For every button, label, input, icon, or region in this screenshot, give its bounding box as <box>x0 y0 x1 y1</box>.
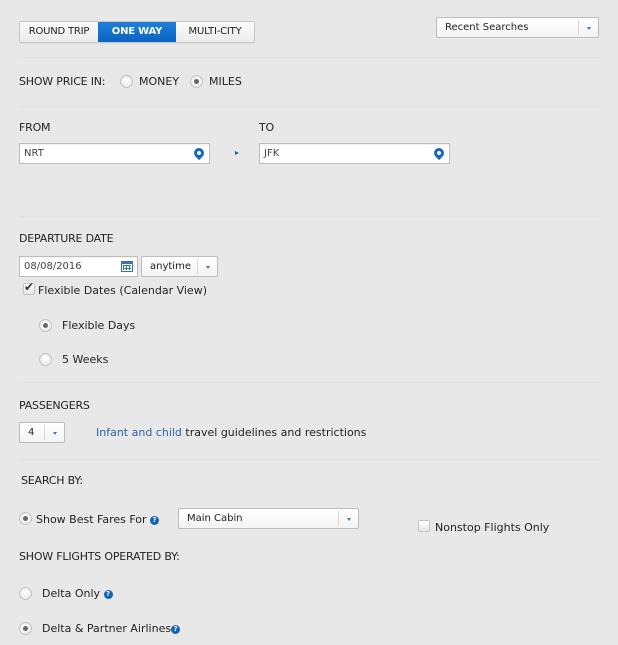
from-input[interactable]: NRT <box>19 143 210 164</box>
delta-only-text: Delta Only <box>42 587 101 600</box>
departure-date-value: 08/08/2016 <box>24 261 82 272</box>
search-by-label: SEARCH BY: <box>21 474 83 487</box>
price-label: SHOW PRICE IN: <box>19 75 106 88</box>
best-fares-text: Show Best Fares For <box>36 513 147 526</box>
operated-by-label: SHOW FLIGHTS OPERATED BY: <box>19 550 180 563</box>
five-weeks-label: 5 Weeks <box>62 353 109 366</box>
from-value: NRT <box>24 148 44 159</box>
flexible-dates-checkbox[interactable] <box>23 280 35 295</box>
trip-type-multi-city[interactable]: MULTI-CITY <box>176 22 254 42</box>
calendar-icon[interactable] <box>121 261 133 272</box>
passengers-count: 4 <box>28 427 35 438</box>
trip-type-toggle: ROUND TRIP ONE WAY MULTI-CITY <box>19 21 255 43</box>
infant-child-guidelines: Infant and child travel guidelines and r… <box>96 426 366 439</box>
departure-date-input[interactable]: 08/08/2016 <box>19 256 138 277</box>
flexible-dates-label: Flexible Dates (Calendar View) <box>38 284 207 297</box>
help-icon[interactable]: ? <box>103 590 113 599</box>
chevron-down-icon <box>578 20 598 35</box>
trip-type-one-way[interactable]: ONE WAY <box>98 22 176 42</box>
delta-only-radio[interactable] <box>19 587 32 600</box>
passengers-dropdown[interactable]: 4 <box>19 422 65 443</box>
location-pin-icon <box>431 145 447 161</box>
departure-date-label: DEPARTURE DATE <box>19 232 114 245</box>
divider <box>20 382 600 383</box>
nonstop-label: Nonstop Flights Only <box>435 521 550 534</box>
delta-partner-text: Delta & Partner Airlines <box>42 622 172 635</box>
departure-time-dropdown[interactable]: anytime <box>141 256 218 277</box>
recent-searches-label: Recent Searches <box>445 22 529 33</box>
best-fares-radio[interactable] <box>19 512 32 525</box>
price-miles-label: MILES <box>209 75 242 88</box>
flexible-days-label: Flexible Days <box>62 319 136 332</box>
guidelines-text: travel guidelines and restrictions <box>181 426 367 439</box>
divider <box>20 216 600 217</box>
to-value: JFK <box>264 148 280 159</box>
divider <box>20 57 600 58</box>
to-input[interactable]: JFK <box>259 143 450 164</box>
five-weeks-radio[interactable] <box>39 353 52 366</box>
departure-time-value: anytime <box>150 261 191 272</box>
price-money-label: MONEY <box>139 75 180 88</box>
arrow-right-icon <box>235 151 239 155</box>
price-money-radio[interactable] <box>120 75 133 88</box>
location-pin-icon <box>191 145 207 161</box>
infant-child-link[interactable]: Infant and child <box>96 426 182 439</box>
delta-only-label: Delta Only ? <box>42 587 113 600</box>
help-icon[interactable]: ? <box>171 625 181 634</box>
recent-searches-dropdown[interactable]: Recent Searches <box>436 17 599 38</box>
flexible-days-radio[interactable] <box>39 319 52 332</box>
chevron-down-icon <box>338 511 358 526</box>
help-icon[interactable]: ? <box>150 516 160 525</box>
divider <box>20 459 600 460</box>
trip-type-round-trip[interactable]: ROUND TRIP <box>20 22 98 42</box>
nonstop-checkbox[interactable] <box>418 520 430 532</box>
to-label: TO <box>259 121 274 134</box>
cabin-value: Main Cabin <box>187 513 243 524</box>
chevron-down-icon <box>197 259 217 274</box>
best-fares-label: Show Best Fares For ? <box>36 513 160 526</box>
from-label: FROM <box>19 121 51 134</box>
delta-partner-label: Delta & Partner Airlines? <box>42 622 181 635</box>
divider <box>20 106 600 107</box>
delta-partner-radio[interactable] <box>19 622 32 635</box>
chevron-down-icon <box>44 425 64 440</box>
cabin-dropdown[interactable]: Main Cabin <box>178 508 359 529</box>
passengers-label: PASSENGERS <box>19 399 90 412</box>
price-miles-radio[interactable] <box>190 75 203 88</box>
